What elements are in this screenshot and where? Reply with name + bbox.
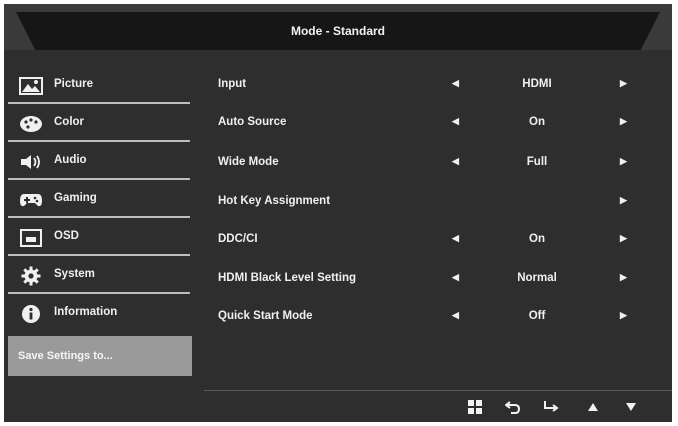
sidebar-item-system[interactable]: System [8,256,192,294]
setting-value: Normal [517,272,557,284]
sidebar-item-label: Picture [54,78,93,90]
sidebar: Picture Color Audio Gaming OSD System In… [8,66,192,376]
sidebar-item-label: Color [54,116,85,128]
arrow-right-icon[interactable]: ▶ [620,116,627,127]
settings-list: Input ◀ HDMI ▶ Auto Source ◀ On ▶ Wide M… [214,66,664,366]
sidebar-item-label: Save Settings to... [18,350,113,362]
setting-value: Full [526,156,548,168]
sidebar-item-information[interactable]: Information [8,294,192,332]
sidebar-item-label: Gaming [54,192,97,204]
picture-icon [18,76,44,96]
menu-icon[interactable] [464,396,486,418]
setting-value: On [529,233,545,245]
down-icon[interactable] [620,396,642,418]
arrow-left-icon[interactable]: ◀ [452,156,459,167]
sidebar-item-gaming[interactable]: Gaming [8,180,192,218]
sidebar-item-label: Audio [54,154,87,166]
sidebar-item-label: Information [54,306,118,318]
sidebar-item-label: System [54,268,95,280]
setting-label: Auto Source [218,116,287,128]
arrow-left-icon[interactable]: ◀ [452,233,459,244]
arrow-right-icon[interactable]: ▶ [620,78,627,89]
speaker-icon [18,152,44,172]
arrow-right-icon[interactable]: ▶ [620,233,627,244]
arrow-left-icon[interactable]: ◀ [452,78,459,89]
setting-value: On [529,116,545,128]
sidebar-item-picture[interactable]: Picture [8,66,192,104]
setting-label: Quick Start Mode [218,310,313,322]
setting-row-hot-key-assignment[interactable]: Hot Key Assignment ▶ [214,183,664,221]
setting-row-input[interactable]: Input ◀ HDMI ▶ [214,66,664,104]
back-icon[interactable] [502,396,524,418]
arrow-left-icon[interactable]: ◀ [452,310,459,321]
osd-menu: Mode - Standard Picture Color Audio Gami… [4,4,672,422]
arrow-left-icon[interactable]: ◀ [452,272,459,283]
palette-icon [18,114,44,134]
setting-row-ddc-ci[interactable]: DDC/CI ◀ On ▶ [214,221,664,259]
gear-icon [18,266,44,286]
setting-value: Off [528,310,546,322]
setting-label: Wide Mode [218,156,279,168]
setting-row-auto-source[interactable]: Auto Source ◀ On ▶ [214,104,664,142]
sidebar-item-save-settings[interactable]: Save Settings to... [8,336,192,376]
arrow-right-icon[interactable]: ▶ [620,272,627,283]
setting-row-quick-start-mode[interactable]: Quick Start Mode ◀ Off ▶ [214,298,664,336]
arrow-right-icon[interactable]: ▶ [620,310,627,321]
up-icon[interactable] [582,396,604,418]
gamepad-icon [18,190,44,210]
info-icon [18,304,44,324]
arrow-right-icon[interactable]: ▶ [620,156,627,167]
sidebar-item-label: OSD [54,230,79,242]
setting-row-hdmi-black-level[interactable]: HDMI Black Level Setting ◀ Normal ▶ [214,260,664,298]
sidebar-item-audio[interactable]: Audio [8,142,192,180]
page-title: Mode - Standard [290,24,385,38]
setting-label: DDC/CI [218,233,258,245]
title-bar: Mode - Standard [4,4,672,50]
osd-icon [18,228,44,248]
setting-label: HDMI Black Level Setting [218,272,357,284]
sidebar-item-osd[interactable]: OSD [8,218,192,256]
setting-row-wide-mode[interactable]: Wide Mode ◀ Full ▶ [214,144,664,182]
arrow-left-icon[interactable]: ◀ [452,116,459,127]
setting-value: HDMI [522,78,552,90]
divider [204,390,672,391]
nav-button-bar [464,396,664,420]
setting-label: Hot Key Assignment [218,195,331,207]
setting-label: Input [218,78,247,90]
enter-icon[interactable] [540,396,562,418]
sidebar-item-color[interactable]: Color [8,104,192,142]
arrow-right-icon[interactable]: ▶ [620,195,627,206]
